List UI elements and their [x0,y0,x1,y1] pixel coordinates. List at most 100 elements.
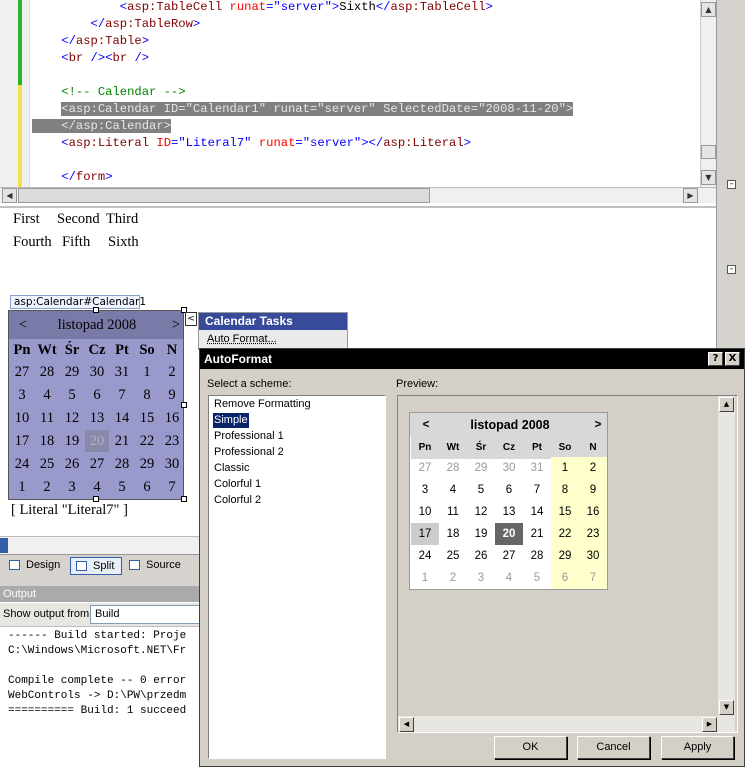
scheme-item[interactable]: Professional 1 [213,429,285,444]
resize-handle[interactable] [181,496,187,502]
preview-vertical-scrollbar[interactable]: ▲ ▼ [718,396,735,732]
output-pane[interactable]: ------ Build started: Proje C:\Windows\Mi… [0,627,200,767]
calendar-day[interactable]: 14 [110,407,134,429]
scroll-right-icon[interactable]: ▶ [702,717,717,732]
calendar-day[interactable]: 3 [10,384,34,406]
calendar-day[interactable]: 4 [35,384,59,406]
calendar-day[interactable]: 11 [35,407,59,429]
calendar-day[interactable]: 5 [110,476,134,498]
editor-vertical-scrollbar[interactable]: ▲ ▼ [700,0,716,187]
calendar-day[interactable]: 4 [85,476,109,498]
calendar-day[interactable]: 5 [60,384,84,406]
scroll-left-icon[interactable]: ◀ [399,717,414,732]
help-button[interactable]: ? [708,352,723,366]
preview-weekday: Śr [467,437,495,459]
cancel-button[interactable]: Cancel [577,736,650,759]
preview-day: 7 [579,567,607,589]
smart-tag-icon[interactable]: < [185,312,197,326]
calendar-day[interactable]: 27 [10,361,34,383]
apply-button[interactable]: Apply [661,736,734,759]
calendar-day[interactable]: 19 [60,430,84,452]
calendar-day[interactable]: 22 [135,430,159,452]
calendar-day[interactable]: 27 [85,453,109,475]
scroll-up-icon[interactable]: ▲ [701,2,716,17]
scheme-label: Select a scheme: [207,378,292,390]
calendar-day[interactable]: 24 [10,453,34,475]
scheme-item[interactable]: Simple [212,412,250,429]
table-cell: Fifth [62,234,91,250]
calendar-day[interactable]: 29 [60,361,84,383]
scheme-item[interactable]: Colorful 1 [213,477,262,492]
calendar-day[interactable]: 21 [110,430,134,452]
code-line: <asp:Literal ID="Literal7" runat="server… [61,136,471,150]
tab-source[interactable]: Source [124,557,184,575]
calendar-day[interactable]: 1 [10,476,34,498]
scroll-left-icon[interactable]: ◀ [2,188,17,203]
ok-button[interactable]: OK [494,736,567,759]
calendar-day[interactable]: 6 [135,476,159,498]
preview-day: 6 [551,567,579,589]
splitter[interactable] [0,576,200,586]
scroll-down-icon[interactable]: ▼ [719,700,734,715]
calendar-day[interactable]: 10 [10,407,34,429]
output-source-select[interactable]: Build [90,605,200,624]
calendar-day[interactable]: 25 [35,453,59,475]
scroll-up-icon[interactable]: ▲ [719,397,734,412]
calendar-day[interactable]: 23 [160,430,184,452]
tab-label: Design [26,559,61,571]
calendar-day[interactable]: 7 [110,384,134,406]
collapse-icon[interactable]: - [727,265,736,274]
preview-weekday: Pn [411,437,439,459]
scroll-thumb[interactable] [18,188,430,203]
calendar-day[interactable]: 30 [160,453,184,475]
scheme-item[interactable]: Professional 2 [213,445,285,460]
calendar-day[interactable]: 31 [110,361,134,383]
source-editor[interactable]: <asp:TableCell runat="server">Sixth</asp… [0,0,716,187]
design-scrollbar[interactable] [0,536,200,554]
scroll-right-icon[interactable]: ▶ [683,188,698,203]
calendar-day[interactable]: 28 [35,361,59,383]
calendar-day[interactable]: 1 [135,361,159,383]
scheme-item[interactable]: Remove Formatting [213,397,312,412]
calendar-day[interactable]: 15 [135,407,159,429]
calendar-day[interactable]: 2 [160,361,184,383]
scheme-item[interactable]: Colorful 2 [213,493,262,508]
output-title: Output [0,586,200,602]
preview-day: 26 [474,550,488,562]
calendar-day[interactable]: 3 [60,476,84,498]
output-line: ------ Build started: Proje [8,630,187,642]
calendar-day[interactable]: 18 [35,430,59,452]
calendar-day[interactable]: 17 [10,430,34,452]
scroll-left-icon[interactable] [0,538,8,553]
calendar-day[interactable]: 12 [60,407,84,429]
close-button[interactable]: X [725,352,740,366]
scheme-item[interactable]: Classic [213,461,250,476]
calendar-day[interactable]: 13 [85,407,109,429]
calendar-day[interactable]: 16 [160,407,184,429]
calendar-day[interactable]: 2 [35,476,59,498]
resize-handle[interactable] [93,307,99,313]
preview-horizontal-scrollbar[interactable]: ◀ ▶ [398,716,718,732]
scroll-down-icon[interactable]: ▼ [701,170,716,185]
calendar-control[interactable]: < listopad 2008 > Pn Wt Śr Cz Pt So N 27 28 29 30 3… [8,310,184,500]
calendar-day[interactable]: 8 [135,384,159,406]
calendar-day[interactable]: 6 [85,384,109,406]
calendar-day[interactable]: 30 [85,361,109,383]
calendar-day[interactable]: 20 [85,430,109,452]
editor-horizontal-scrollbar[interactable]: ◀ ▶ [0,187,716,203]
preview-day: 4 [449,484,457,496]
scroll-thumb[interactable] [701,145,716,159]
calendar-day[interactable]: 29 [135,453,159,475]
preview-day: 22 [551,523,579,545]
scheme-list[interactable]: Remove Formatting Simple Professional 1 Pro… [208,395,386,759]
collapse-icon[interactable]: - [727,180,736,189]
resize-handle[interactable] [181,402,187,408]
calendar-day[interactable]: 28 [110,453,134,475]
tab-split[interactable]: Split [70,557,122,575]
calendar-day[interactable]: 26 [60,453,84,475]
table-cell: Sixth [108,234,139,250]
calendar-day[interactable]: 7 [160,476,184,498]
auto-format-link[interactable]: Auto Format... [199,330,347,348]
tab-design[interactable]: Design [4,557,62,575]
calendar-prev-link[interactable]: < [11,314,35,336]
